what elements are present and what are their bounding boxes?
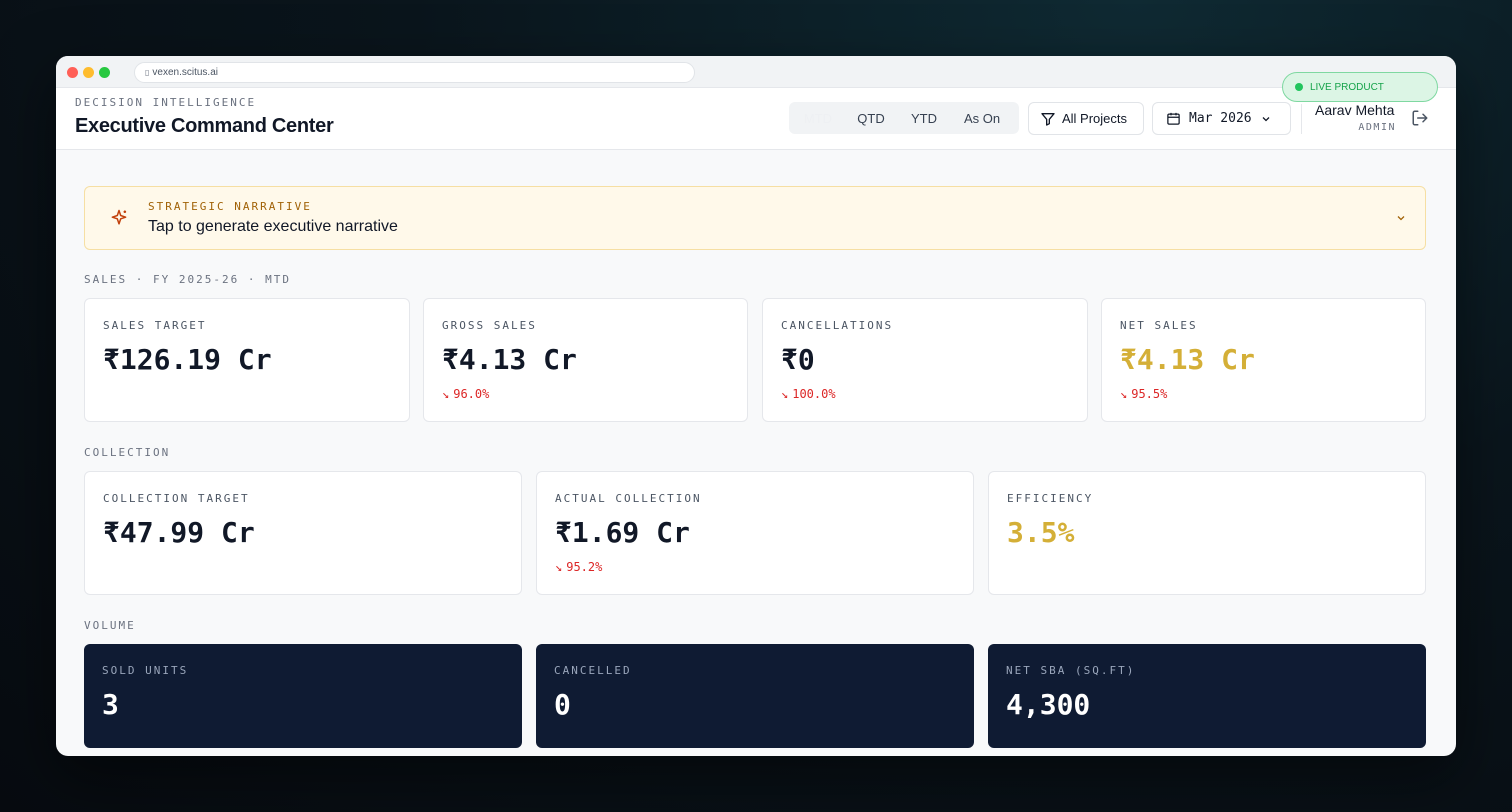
card-value: ₹4.13 Cr: [442, 343, 577, 376]
sales-target-card: SALES TARGET ₹126.19 Cr: [84, 298, 410, 422]
card-label: SOLD UNITS: [102, 664, 189, 677]
card-label: GROSS SALES: [442, 319, 537, 332]
close-window-button[interactable]: [67, 67, 78, 78]
card-label: ACTUAL COLLECTION: [555, 492, 702, 505]
tab-mtd[interactable]: MTD: [792, 105, 844, 131]
filter-label: All Projects: [1062, 111, 1128, 126]
collection-section-label: COLLECTION: [84, 446, 171, 459]
efficiency-card: EFFICIENCY 3.5%: [988, 471, 1426, 595]
live-product-badge: LIVE PRODUCT: [1282, 72, 1438, 102]
delta-value: 96.0%: [453, 387, 490, 401]
delta-badge: ↘ 95.2%: [555, 560, 602, 574]
browser-chrome: ▯ vexen.scitus.ai: [56, 56, 1456, 88]
user-role: ADMIN: [1358, 122, 1396, 133]
url-text: vexen.scitus.ai: [152, 67, 218, 78]
card-label: CANCELLATIONS: [781, 319, 894, 332]
sold-units-card: SOLD UNITS 3: [84, 644, 522, 748]
card-value: 0: [554, 688, 571, 721]
collection-target-card: COLLECTION TARGET ₹47.99 Cr: [84, 471, 522, 595]
card-label: SALES TARGET: [103, 319, 207, 332]
period-selector: MTD QTD YTD As On: [789, 102, 1019, 134]
minimize-window-button[interactable]: [83, 67, 94, 78]
card-label: NET SBA (SQ.FT): [1006, 664, 1136, 677]
tab-ytd[interactable]: YTD: [898, 105, 950, 131]
gross-sales-card: GROSS SALES ₹4.13 Cr ↘ 96.0%: [423, 298, 748, 422]
delta-badge: ↘ 100.0%: [781, 387, 836, 401]
card-value: ₹0: [781, 343, 815, 376]
actual-collection-card: ACTUAL COLLECTION ₹1.69 Cr ↘ 95.2%: [536, 471, 974, 595]
delta-badge: ↘ 95.5%: [1120, 387, 1167, 401]
net-sba-card: NET SBA (SQ.FT) 4,300: [988, 644, 1426, 748]
narrative-label: STRATEGIC NARRATIVE: [148, 200, 312, 213]
logout-icon[interactable]: [1411, 109, 1429, 127]
header-divider: [1301, 104, 1302, 134]
card-label: CANCELLED: [554, 664, 632, 677]
delta-value: 95.2%: [566, 560, 603, 574]
trend-down-icon: ↘: [781, 387, 789, 401]
trend-down-icon: ↘: [1120, 387, 1128, 401]
live-status-dot: [1295, 83, 1303, 91]
filter-icon: [1041, 112, 1055, 126]
trend-down-icon: ↘: [555, 560, 563, 574]
volume-section-label: VOLUME: [84, 619, 136, 632]
address-bar[interactable]: ▯ vexen.scitus.ai: [134, 62, 695, 83]
card-value: ₹4.13 Cr: [1120, 343, 1255, 376]
card-value: 3.5%: [1007, 516, 1075, 549]
page-title: Executive Command Center: [75, 115, 334, 137]
sparkle-icon: [111, 209, 127, 225]
card-value: 3: [102, 688, 119, 721]
card-value: ₹1.69 Cr: [555, 516, 690, 549]
header-eyebrow: DECISION INTELLIGENCE: [75, 96, 257, 109]
card-label: COLLECTION TARGET: [103, 492, 250, 505]
narrative-text: Tap to generate executive narrative: [148, 218, 398, 235]
net-sales-card: NET SALES ₹4.13 Cr ↘ 95.5%: [1101, 298, 1426, 422]
maximize-window-button[interactable]: [99, 67, 110, 78]
strategic-narrative-panel[interactable]: STRATEGIC NARRATIVE Tap to generate exec…: [84, 186, 1426, 250]
lock-icon: ▯: [145, 68, 150, 77]
calendar-icon: [1167, 112, 1180, 125]
app-window: ▯ vexen.scitus.ai LIVE PRODUCT DECISION …: [56, 56, 1456, 756]
trend-down-icon: ↘: [442, 387, 450, 401]
tab-qtd[interactable]: QTD: [844, 105, 898, 131]
cancellations-card: CANCELLATIONS ₹0 ↘ 100.0%: [762, 298, 1088, 422]
tab-as-on[interactable]: As On: [950, 105, 1014, 131]
date-picker-button[interactable]: Mar 2026: [1152, 102, 1291, 135]
card-label: EFFICIENCY: [1007, 492, 1094, 505]
sales-section-label: SALES · FY 2025-26 · MTD: [84, 273, 291, 286]
live-badge-label: LIVE PRODUCT: [1310, 81, 1384, 93]
delta-value: 100.0%: [792, 387, 836, 401]
card-label: NET SALES: [1120, 319, 1198, 332]
app-header: DECISION INTELLIGENCE Executive Command …: [56, 88, 1456, 150]
delta-value: 95.5%: [1131, 387, 1168, 401]
card-value: 4,300: [1006, 688, 1091, 721]
chevron-down-icon: [1262, 116, 1270, 121]
cancelled-units-card: CANCELLED 0: [536, 644, 974, 748]
card-value: ₹126.19 Cr: [103, 343, 272, 376]
delta-badge: ↘ 96.0%: [442, 387, 489, 401]
project-filter-button[interactable]: All Projects: [1028, 102, 1144, 135]
user-name: Aarav Mehta: [1315, 102, 1395, 118]
card-value: ₹47.99 Cr: [103, 516, 255, 549]
chevron-down-icon[interactable]: [1395, 212, 1407, 224]
date-label: Mar 2026: [1189, 111, 1252, 126]
